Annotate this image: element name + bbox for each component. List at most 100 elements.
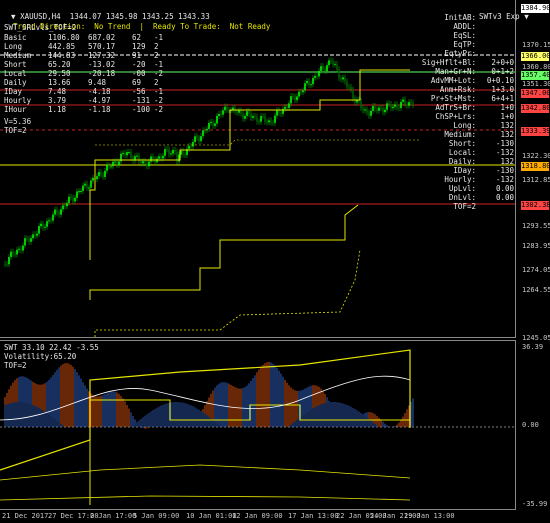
candle-body [216,115,218,124]
candle-body [64,205,66,207]
candle-body [138,155,140,162]
candle-body [22,245,24,251]
candle-body [68,196,70,203]
indicator-header[interactable]: SWTv3 Exp ▼ [470,3,529,21]
signal-cell-v1: 442.85 [48,42,76,51]
signal-cell-v2: -20.18 [88,69,116,78]
candle-body [272,122,274,124]
candle-body [290,96,292,104]
signal-cell-v3: -56 [132,87,146,96]
signal-cell-v1: 65.20 [48,60,71,69]
candle-body [344,77,346,82]
account-value: -130 [495,139,514,148]
signal-cell-v4: -1 [154,87,164,96]
candle-body [268,120,270,123]
candle-body [364,109,366,111]
account-key: Local: [448,148,476,157]
candle-body [198,138,200,142]
oscillator-line [0,495,411,501]
account-key: ChSP+Lrs: [435,112,476,121]
account-key: Man+Gr+N: [435,67,476,76]
candle-body [58,212,60,215]
oscillator-line [0,464,411,481]
account-value: 132 [500,157,514,166]
candle-body [342,77,344,80]
candle-body [248,111,250,114]
oscillator-step-line [89,399,410,505]
time-axis-label: 10 Jan 01:00 [186,512,237,520]
candle-body [314,76,316,78]
candle-body [316,76,318,78]
candle-body [278,110,280,113]
candle-body [158,156,160,159]
price-tag: 1357.40 [521,71,550,80]
candle-body [192,142,194,147]
candle-body [378,107,380,111]
oscillator-axis-label: -35.99 [522,500,548,508]
candle-body [172,149,174,154]
candle-body [300,91,302,93]
candle-body [302,90,304,93]
candle-body [306,80,308,84]
candle-body [328,60,330,66]
candle-body [320,66,322,71]
candle-body [336,63,338,70]
dropdown-triangle-icon[interactable]: ▼ [524,12,529,21]
account-key: Long: [453,121,476,130]
candle-body [362,107,364,111]
account-value: 0+1+2 [491,67,514,76]
resistance-dash-line [95,139,420,146]
candle-body [204,130,206,132]
price-axis-label: 1370.15 [522,41,550,49]
candle-body [252,116,254,118]
candle-body [366,109,368,113]
candle-body [114,161,116,163]
candle-body [124,153,126,156]
price-axis-label: 1274.05 [522,266,550,274]
signal-cell-v3: -20 [132,60,146,69]
candle-body [72,197,74,202]
candle-body [130,151,132,159]
price-axis-label: 1351.30 [522,80,550,88]
candle-body [182,150,184,155]
signal-cell-name: Local [4,69,27,78]
signal-cell-v3: 129 [132,42,146,51]
oscillator-axis-label: 36.39 [522,343,544,351]
candle-body [334,63,336,65]
account-key: Short: [448,139,476,148]
candle-body [152,156,154,160]
candle-body [100,172,102,175]
price-axis-label: 1322.30 [522,152,550,160]
signal-cell-name: Hourly [4,96,32,105]
candle-body [80,190,82,192]
signal-cell-v3: 91 [132,51,142,60]
candle-body [40,223,42,226]
candle-body [194,136,196,143]
account-key: Hourly: [444,175,476,184]
signal-cell-v4: -2 [154,96,164,105]
candle-body [212,121,214,126]
signal-cell-name: IDay [4,87,23,96]
candle-body [274,115,276,123]
candle-body [370,110,372,116]
candle-body [88,187,90,189]
candle-body [226,106,228,110]
price-axis-label: 1360.80 [522,63,550,71]
candle-body [388,103,390,105]
account-value: 132 [500,121,514,130]
candle-body [196,136,198,139]
candle-body [14,254,16,256]
candle-body [332,61,334,65]
candle-body [294,96,296,101]
candle-body [258,121,260,123]
signal-cell-name: Basic [4,33,27,42]
support-step-line [89,204,359,300]
account-key: IDay: [453,166,476,175]
account-key: Daily: [448,157,476,166]
candle-body [236,111,238,113]
account-value: 0.00 [495,184,514,193]
candle-body [402,99,404,102]
signal-cell-v2: 127.32 [88,51,116,60]
candle-body [16,249,18,255]
candle-body [164,149,166,156]
